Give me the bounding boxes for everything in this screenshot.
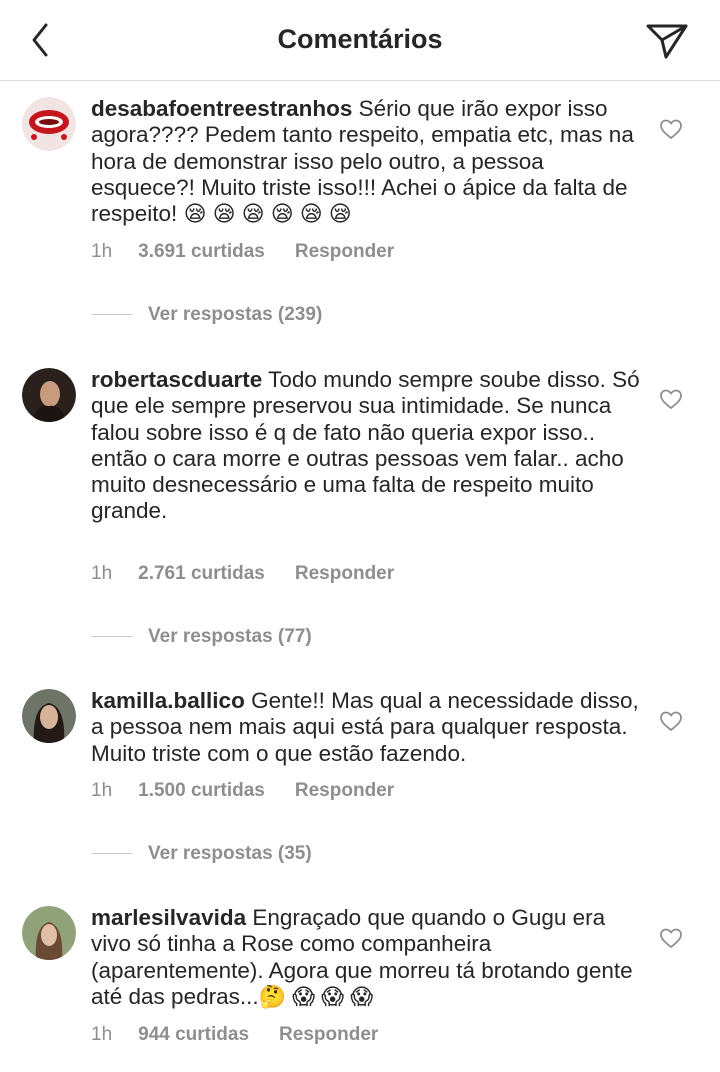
- heart-outline-icon: [660, 711, 682, 731]
- like-button[interactable]: [659, 387, 683, 411]
- view-replies-label: Ver respostas (35): [148, 843, 312, 864]
- like-button[interactable]: [659, 117, 683, 141]
- comment-likes[interactable]: 3.691 curtidas: [138, 241, 265, 263]
- comment-time: 1h: [91, 780, 113, 801]
- divider-line: [92, 314, 132, 316]
- reply-button[interactable]: Responder: [295, 563, 394, 585]
- comment-meta: 1h 3.691 curtidas Responder: [91, 241, 394, 263]
- comment-likes[interactable]: 1.500 curtidas: [138, 780, 265, 802]
- comment-username[interactable]: desabafoentreestranhos: [91, 96, 352, 121]
- divider-line: [92, 853, 132, 855]
- view-replies-button[interactable]: Ver respostas (77): [92, 626, 312, 648]
- comment-time: 1h: [91, 563, 113, 584]
- view-replies-button[interactable]: Ver respostas (35): [92, 843, 312, 865]
- reply-button[interactable]: Responder: [295, 241, 394, 263]
- view-replies-label: Ver respostas (77): [148, 626, 312, 647]
- comment-username[interactable]: robertascduarte: [91, 367, 262, 392]
- like-button[interactable]: [659, 926, 683, 950]
- avatar[interactable]: [22, 368, 76, 422]
- heart-outline-icon: [660, 928, 682, 948]
- direct-send-icon: [646, 24, 688, 59]
- comment-text: robertascduarte Todo mundo sempre soube …: [91, 367, 641, 525]
- avatar[interactable]: [22, 689, 76, 743]
- avatar[interactable]: [22, 906, 76, 960]
- comment-likes[interactable]: 2.761 curtidas: [138, 563, 265, 585]
- comment-username[interactable]: marlesilvavida: [91, 905, 246, 930]
- like-button[interactable]: [659, 709, 683, 733]
- view-replies-button[interactable]: Ver respostas (239): [92, 304, 322, 326]
- header: Comentários: [0, 0, 720, 81]
- view-replies-label: Ver respostas (239): [148, 304, 323, 325]
- heart-outline-icon: [660, 119, 682, 139]
- comment-text: marlesilvavida Engraçado que quando o Gu…: [91, 905, 641, 1010]
- comment-meta: 1h 944 curtidas Responder: [91, 1024, 378, 1046]
- comment-likes[interactable]: 944 curtidas: [138, 1024, 249, 1046]
- heart-outline-icon: [660, 389, 682, 409]
- reply-button[interactable]: Responder: [295, 780, 394, 802]
- comment-time: 1h: [91, 241, 113, 262]
- comment-meta: 1h 1.500 curtidas Responder: [91, 780, 394, 802]
- avatar[interactable]: [22, 97, 76, 151]
- reply-button[interactable]: Responder: [279, 1024, 378, 1046]
- divider-line: [92, 636, 132, 638]
- comment-time: 1h: [91, 1024, 113, 1045]
- comment-username[interactable]: kamilla.ballico: [91, 688, 245, 713]
- comment-meta: 1h 2.761 curtidas Responder: [91, 563, 394, 585]
- comment-text: kamilla.ballico Gente!! Mas qual a neces…: [91, 688, 641, 767]
- page-title: Comentários: [277, 24, 443, 54]
- direct-send-button[interactable]: [644, 20, 690, 62]
- comment-emojis: 😪 😪 😪 😪 😪 😪: [183, 201, 352, 227]
- comment-emojis: 🤔 😱 😱 😱: [258, 983, 374, 1009]
- comment-text: desabafoentreestranhos Sério que irão ex…: [91, 96, 641, 227]
